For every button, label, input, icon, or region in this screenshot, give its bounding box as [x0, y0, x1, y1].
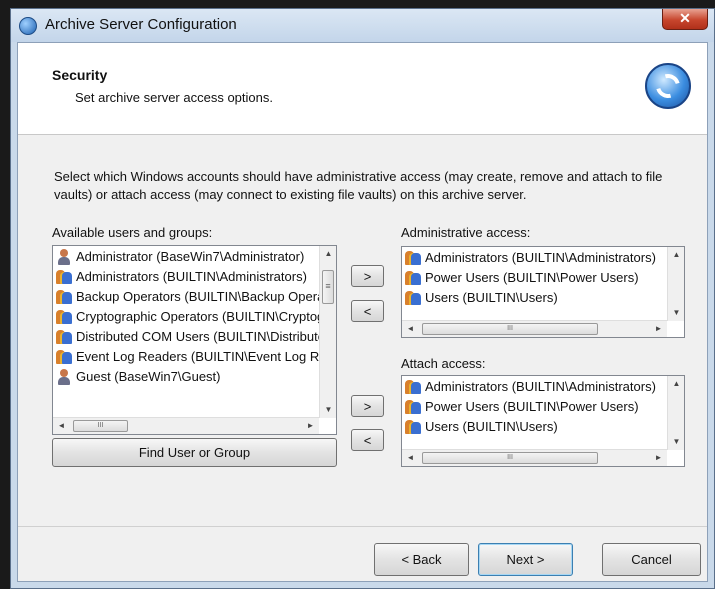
list-item-label: Guest (BaseWin7\Guest) [76, 369, 221, 384]
admin-vertical-scrollbar[interactable]: ▲ ▼ [667, 247, 684, 321]
group-icon [56, 329, 72, 345]
list-item-label: Administrators (BUILTIN\Administrators) [76, 269, 307, 284]
remove-from-admin-button[interactable]: < [351, 300, 384, 322]
remove-from-attach-button[interactable]: < [351, 429, 384, 451]
scroll-down-arrow-icon[interactable]: ▼ [668, 435, 684, 449]
list-item[interactable]: Guest (BaseWin7\Guest) [53, 367, 319, 387]
attach-vertical-scrollbar[interactable]: ▲ ▼ [667, 376, 684, 450]
available-users-list[interactable]: Administrator (BaseWin7\Administrator) Ad… [52, 245, 337, 435]
scroll-left-arrow-icon[interactable]: ◄ [53, 419, 70, 433]
group-icon [405, 399, 421, 415]
list-item-label: Administrators (BUILTIN\Administrators) [425, 379, 656, 394]
user-icon [56, 249, 72, 265]
find-user-or-group-button[interactable]: Find User or Group [52, 438, 337, 467]
scroll-thumb-horizontal[interactable]: III [422, 452, 598, 464]
group-icon [56, 309, 72, 325]
group-icon [56, 289, 72, 305]
list-item-label: Cryptographic Operators (BUILTIN\Cryptog… [76, 309, 319, 324]
group-icon [56, 269, 72, 285]
list-item[interactable]: Cryptographic Operators (BUILTIN\Cryptog… [53, 307, 319, 327]
list-item[interactable]: Users (BUILTIN\Users) [402, 288, 667, 308]
list-item-label: Administrator (BaseWin7\Administrator) [76, 249, 305, 264]
list-item-label: Power Users (BUILTIN\Power Users) [425, 270, 639, 285]
next-button[interactable]: Next > [478, 543, 573, 576]
group-icon [405, 250, 421, 266]
scroll-right-arrow-icon[interactable]: ► [650, 451, 667, 465]
group-icon [405, 290, 421, 306]
cancel-button[interactable]: Cancel [602, 543, 701, 576]
scroll-right-arrow-icon[interactable]: ► [302, 419, 319, 433]
list-item-label: Administrators (BUILTIN\Administrators) [425, 250, 656, 265]
list-item[interactable]: Power Users (BUILTIN\Power Users) [402, 268, 667, 288]
add-to-admin-button[interactable]: > [351, 265, 384, 287]
list-item-label: Power Users (BUILTIN\Power Users) [425, 399, 639, 414]
page-title: Security [52, 67, 108, 83]
scroll-down-arrow-icon[interactable]: ▼ [668, 306, 684, 320]
admin-horizontal-scrollbar[interactable]: ◄ III ► [402, 320, 667, 337]
scroll-right-arrow-icon[interactable]: ► [650, 322, 667, 336]
scroll-left-arrow-icon[interactable]: ◄ [402, 451, 419, 465]
app-icon [19, 17, 37, 35]
list-item-label: Backup Operators (BUILTIN\Backup Operato… [76, 289, 319, 304]
list-item-label: Distributed COM Users (BUILTIN\Distribut… [76, 329, 319, 344]
close-button[interactable]: ✕ [662, 9, 708, 30]
scroll-down-arrow-icon[interactable]: ▼ [320, 403, 336, 417]
list-item-label: Users (BUILTIN\Users) [425, 419, 558, 434]
title-bar[interactable]: Archive Server Configuration ✕ [11, 9, 714, 42]
list-item-label: Event Log Readers (BUILTIN\Event Log Rea… [76, 349, 319, 364]
group-icon [405, 379, 421, 395]
scroll-up-arrow-icon[interactable]: ▲ [668, 248, 684, 262]
scroll-grip: ≡ [325, 281, 331, 291]
back-button[interactable]: < Back [374, 543, 469, 576]
list-item[interactable]: Administrators (BUILTIN\Administrators) [402, 248, 667, 268]
list-item[interactable]: Administrator (BaseWin7\Administrator) [53, 247, 319, 267]
instructions-text: Select which Windows accounts should hav… [54, 169, 663, 202]
list-item[interactable]: Distributed COM Users (BUILTIN\Distribut… [53, 327, 319, 347]
refresh-icon [645, 63, 691, 109]
administrative-access-label: Administrative access: [401, 225, 531, 240]
footer-divider [18, 526, 707, 527]
list-item[interactable]: Administrators (BUILTIN\Administrators) [53, 267, 319, 287]
group-icon [405, 270, 421, 286]
scroll-left-arrow-icon[interactable]: ◄ [402, 322, 419, 336]
window-title: Archive Server Configuration [45, 16, 237, 33]
group-icon [56, 349, 72, 365]
available-horizontal-scrollbar[interactable]: ◄ III ► [53, 417, 319, 434]
list-item[interactable]: Power Users (BUILTIN\Power Users) [402, 397, 667, 417]
wizard-client-area: Security Set archive server access optio… [17, 42, 708, 582]
wizard-header: Security Set archive server access optio… [18, 43, 707, 135]
attach-horizontal-scrollbar[interactable]: ◄ III ► [402, 449, 667, 466]
list-item[interactable]: Backup Operators (BUILTIN\Backup Operato… [53, 287, 319, 307]
list-item[interactable]: Administrators (BUILTIN\Administrators) [402, 377, 667, 397]
page-subtitle: Set archive server access options. [75, 90, 273, 105]
attach-access-list[interactable]: Administrators (BUILTIN\Administrators) P… [401, 375, 685, 467]
list-item[interactable]: Event Log Readers (BUILTIN\Event Log Rea… [53, 347, 319, 367]
scroll-up-arrow-icon[interactable]: ▲ [320, 247, 336, 261]
archive-server-config-window: Archive Server Configuration ✕ Security … [10, 8, 715, 589]
attach-access-label: Attach access: [401, 356, 486, 371]
close-icon: ✕ [679, 10, 691, 26]
administrative-access-list[interactable]: Administrators (BUILTIN\Administrators) P… [401, 246, 685, 338]
available-vertical-scrollbar[interactable]: ▲ ≡ ▼ [319, 246, 336, 418]
group-icon [405, 419, 421, 435]
user-icon [56, 369, 72, 385]
list-item[interactable]: Users (BUILTIN\Users) [402, 417, 667, 437]
scroll-thumb[interactable]: ≡ [322, 270, 334, 304]
scroll-up-arrow-icon[interactable]: ▲ [668, 377, 684, 391]
scroll-thumb-horizontal[interactable]: III [422, 323, 598, 335]
scroll-thumb-horizontal[interactable]: III [73, 420, 128, 432]
available-users-label: Available users and groups: [52, 225, 213, 240]
add-to-attach-button[interactable]: > [351, 395, 384, 417]
list-item-label: Users (BUILTIN\Users) [425, 290, 558, 305]
